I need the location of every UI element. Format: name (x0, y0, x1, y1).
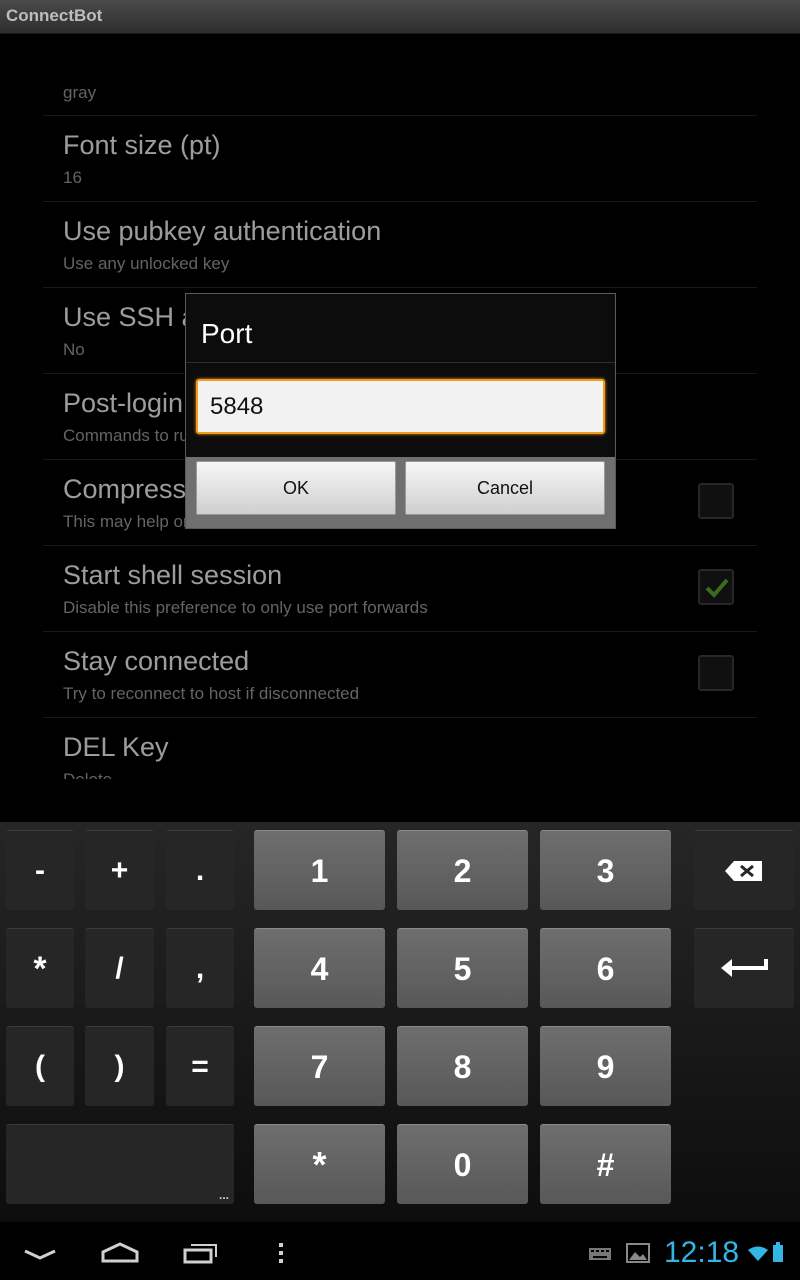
dialog-button-bar: OK Cancel (186, 457, 615, 528)
key-close-paren[interactable]: ) (85, 1026, 154, 1106)
key-3[interactable]: 3 (540, 830, 671, 910)
port-input[interactable] (196, 379, 605, 434)
key-open-paren[interactable]: ( (6, 1026, 74, 1106)
key-equals[interactable]: = (166, 1026, 234, 1106)
key-2[interactable]: 2 (397, 830, 528, 910)
recent-apps-icon[interactable] (183, 1242, 219, 1264)
key-plus[interactable]: + (85, 830, 154, 910)
key-minus[interactable]: - (6, 830, 74, 910)
backspace-icon (725, 861, 762, 881)
key-9[interactable]: 9 (540, 1026, 671, 1106)
key-slash[interactable]: / (85, 928, 154, 1008)
dialog-divider (186, 362, 615, 363)
ok-button[interactable]: OK (196, 461, 396, 515)
key-6[interactable]: 6 (540, 928, 671, 1008)
key-hash[interactable]: # (540, 1124, 671, 1204)
wifi-icon (748, 1246, 768, 1261)
status-clock: 12:18 (664, 1236, 740, 1269)
enter-icon (721, 959, 768, 977)
battery-icon (773, 1242, 783, 1262)
numeric-keyboard: - + . 1 2 3 * / , 4 5 6 ( ) = 7 8 9 ... … (0, 822, 800, 1222)
port-dialog: Port OK Cancel (185, 293, 616, 529)
key-enter[interactable] (694, 928, 794, 1008)
key-4[interactable]: 4 (254, 928, 385, 1008)
key-comma[interactable]: , (166, 928, 234, 1008)
menu-icon[interactable] (277, 1242, 285, 1264)
key-space[interactable]: ... (6, 1124, 234, 1204)
key-0[interactable]: 0 (397, 1124, 528, 1204)
key-asterisk-symbol[interactable]: * (6, 928, 74, 1008)
key-8[interactable]: 8 (397, 1026, 528, 1106)
key-period[interactable]: . (166, 830, 234, 910)
cancel-button[interactable]: Cancel (405, 461, 605, 515)
title-bar: ConnectBot (0, 0, 800, 34)
keyboard-icon (589, 1248, 611, 1260)
dialog-title: Port (201, 318, 253, 349)
key-5[interactable]: 5 (397, 928, 528, 1008)
app-title: ConnectBot (6, 6, 103, 25)
key-1[interactable]: 1 (254, 830, 385, 910)
back-icon[interactable] (23, 1247, 57, 1263)
home-icon[interactable] (100, 1241, 140, 1263)
key-more-label: ... (218, 1188, 229, 1202)
key-delete[interactable] (694, 830, 794, 910)
key-7[interactable]: 7 (254, 1026, 385, 1106)
key-star[interactable]: * (254, 1124, 385, 1204)
system-nav-bar: 12:18 (0, 1222, 800, 1280)
gallery-icon (626, 1243, 650, 1263)
